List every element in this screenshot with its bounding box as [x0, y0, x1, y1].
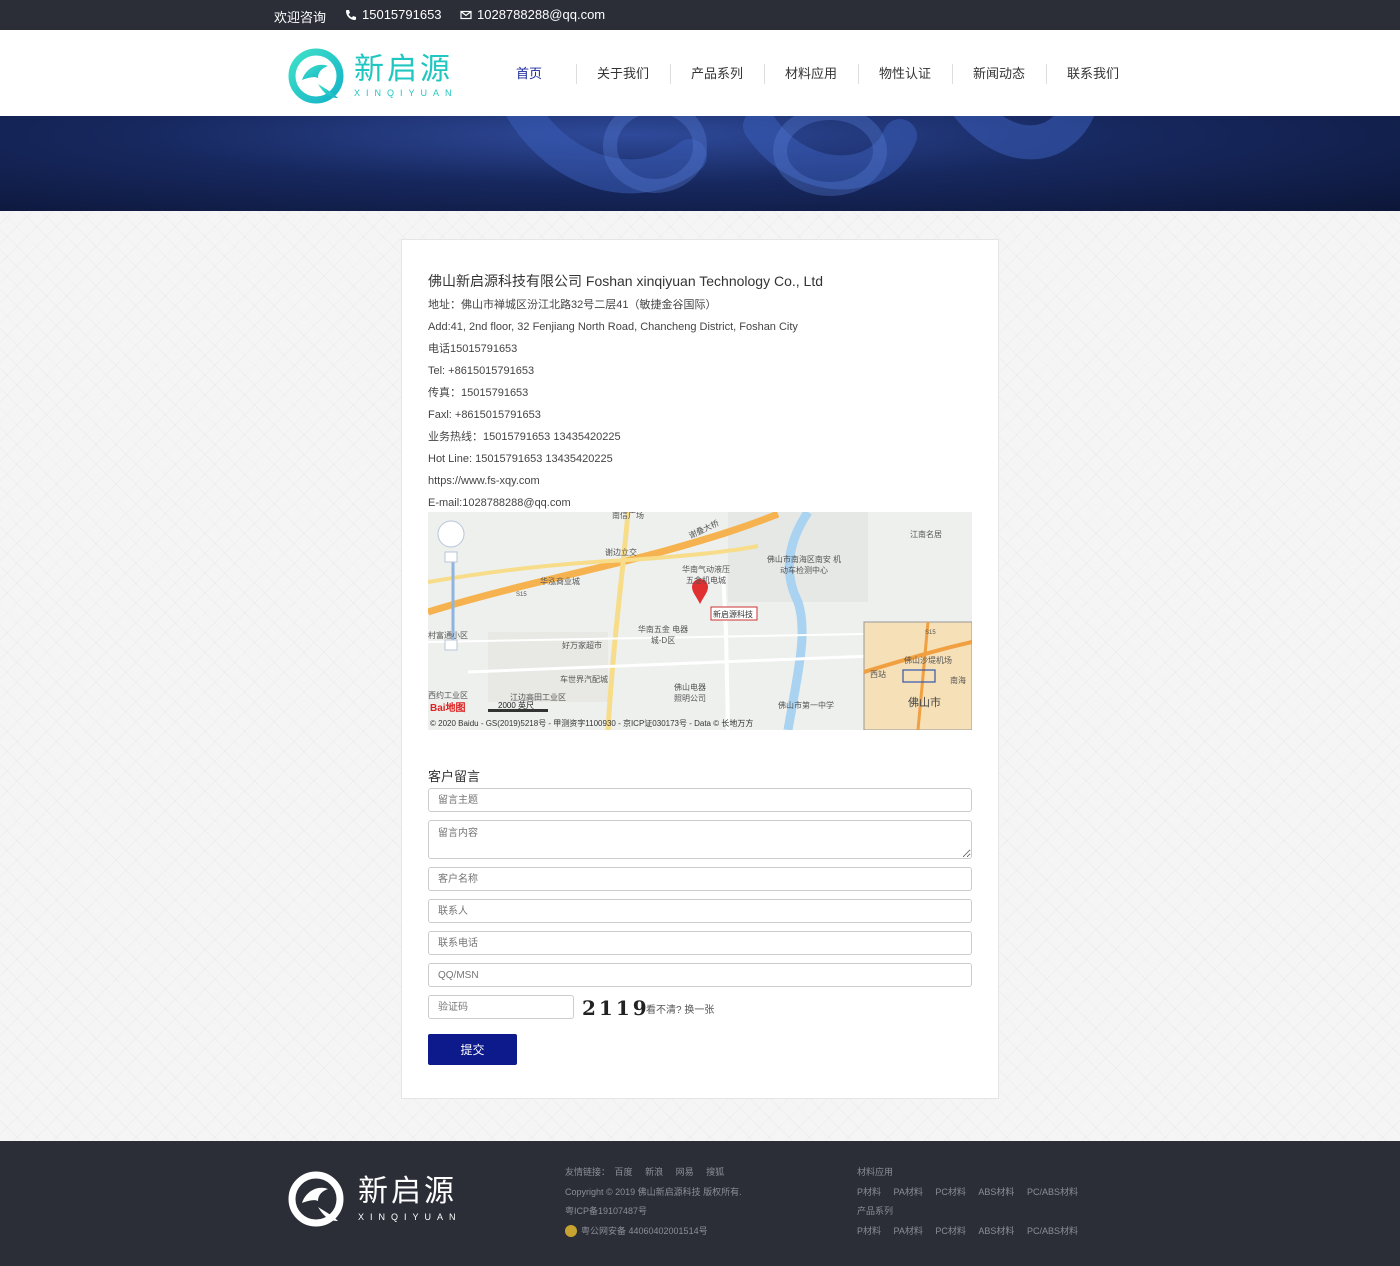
map-road-label: S15 [516, 592, 527, 598]
map-label: 江南名居 [910, 530, 942, 539]
footer-logo-en: XINQIYUAN [358, 1212, 462, 1222]
footer-link[interactable]: PC材料 [935, 1187, 966, 1197]
dolphin-logo-icon [288, 1171, 344, 1227]
captcha-input[interactable] [428, 995, 574, 1019]
footer-link[interactable]: PC/ABS材料 [1027, 1226, 1078, 1236]
map-copyright: © 2020 Baidu - GS(2019)5218号 - 甲测资字11009… [430, 719, 754, 728]
mail-icon [460, 10, 472, 19]
nav-products[interactable]: 产品系列 [670, 60, 764, 88]
info-fax-en: Faxl: +8615015791653 [428, 409, 541, 421]
subject-input[interactable] [428, 788, 972, 812]
map-marker-label: 新启源科技 [713, 610, 753, 619]
footer-links: 材料应用 P材料 PA材料 PC材料 ABS材料 PC/ABS材料 产品系列 P… [857, 1163, 1088, 1241]
captcha-image[interactable]: 2119 [582, 996, 650, 1020]
footer-icp[interactable]: 粤ICP备19107487号 [565, 1202, 742, 1222]
map-label: 华南五金 电器城-D区 [637, 625, 689, 645]
message-form-title: 客户留言 [428, 769, 481, 784]
map-label: 佛山市南海区南安 机动车检测中心 [766, 555, 842, 575]
map-label: 佛山市第一中学 [778, 701, 834, 710]
phone-input[interactable] [428, 931, 972, 955]
site-logo[interactable]: 新启源 XINQIYUAN [288, 48, 458, 104]
submit-button[interactable]: 提交 [428, 1034, 517, 1065]
info-hotline-en: Hot Line: 15015791653 13435420225 [428, 453, 613, 465]
map-label: 南信广场 [612, 512, 644, 520]
captcha-refresh-link[interactable]: 看不清? 换一张 [646, 1001, 714, 1016]
dolphin-logo-icon [288, 48, 344, 104]
info-tel: Tel: +8615015791653 [428, 365, 535, 377]
top-bar: 欢迎咨询 15015791653 1028788288@qq.com [0, 0, 1400, 30]
footer-link[interactable]: P材料 [857, 1187, 881, 1197]
footer-police[interactable]: 粤公网安备 44060402001514号 [565, 1222, 742, 1242]
contact-person-input[interactable] [428, 899, 972, 923]
map-label: 车世界汽配城 [560, 675, 608, 684]
footer-link[interactable]: PA材料 [894, 1187, 923, 1197]
map-label: 华泓商业城 [540, 577, 580, 586]
nav-about[interactable]: 关于我们 [576, 60, 670, 88]
map-label: 南海 [950, 676, 966, 685]
banner-chain-graphic [506, 116, 1095, 196]
footer-link[interactable]: ABS材料 [978, 1187, 1014, 1197]
site-footer: 新启源 XINQIYUAN 友情链接： 百度 新浪 网易 搜狐 Copyrigh… [0, 1141, 1400, 1266]
map-label: 村富通小区 [428, 631, 468, 640]
link-baidu[interactable]: 百度 [615, 1167, 633, 1177]
logo-en: XINQIYUAN [354, 88, 458, 98]
nav-certification[interactable]: 物性认证 [858, 60, 952, 88]
phone-icon [346, 9, 356, 20]
contact-card: 佛山新启源科技有限公司 Foshan xinqiyuan Technology … [401, 239, 999, 1099]
nav-home[interactable]: 首页 [482, 60, 576, 88]
map-scale: 2000 英尺 [498, 701, 535, 710]
map-label: 佛山沙堤机场 [904, 656, 952, 665]
nav-news[interactable]: 新闻动态 [952, 60, 1046, 88]
footer-link[interactable]: P材料 [857, 1226, 881, 1236]
content-textarea[interactable] [428, 820, 972, 859]
baidu-map-logo: Bai地图 [430, 703, 466, 714]
police-badge-icon [565, 1225, 577, 1238]
map-road-label: S15 [925, 630, 936, 636]
topbar-email[interactable]: 1028788288@qq.com [460, 7, 605, 22]
info-hotline: 业务热线：15015791653 13435420225 [428, 431, 621, 443]
friend-links: 友情链接： 百度 新浪 网易 搜狐 [565, 1167, 725, 1177]
contact-info: 地址：佛山市禅城区汾江北路32号二层41（敏捷金谷国际） Add:41, 2nd… [428, 296, 798, 516]
footer-link[interactable]: ABS材料 [978, 1226, 1014, 1236]
logo-cn: 新启源 [354, 53, 453, 86]
topbar-phone[interactable]: 15015791653 [345, 7, 442, 22]
map-label: 佛山市 [908, 697, 941, 709]
link-sina[interactable]: 新浪 [645, 1167, 663, 1177]
nav-contact[interactable]: 联系我们 [1046, 60, 1140, 88]
footer-link[interactable]: PA材料 [894, 1226, 923, 1236]
map-label: 好万家超市 [562, 641, 602, 650]
footer-link[interactable]: PC材料 [935, 1226, 966, 1236]
link-sohu[interactable]: 搜狐 [706, 1167, 724, 1177]
main-nav: 首页 关于我们 产品系列 材料应用 物性认证 新闻动态 联系我们 [482, 60, 1140, 88]
company-name: 佛山新启源科技有限公司 Foshan xinqiyuan Technology … [428, 273, 824, 289]
link-netease[interactable]: 网易 [676, 1167, 694, 1177]
footer-info: 友情链接： 百度 新浪 网易 搜狐 Copyright © 2019 佛山新启源… [565, 1163, 742, 1241]
info-address: 地址：佛山市禅城区汾江北路32号二层41（敏捷金谷国际） [428, 299, 717, 311]
footer-product-links: P材料 PA材料 PC材料 ABS材料 PC/ABS材料 [857, 1222, 1088, 1242]
qq-input[interactable] [428, 963, 972, 987]
info-fax: 传真：15015791653 [428, 387, 529, 399]
footer-col-title[interactable]: 材料应用 [857, 1163, 1088, 1183]
footer-copyright: Copyright © 2019 佛山新启源科技 版权所有. [565, 1186, 742, 1197]
nav-applications[interactable]: 材料应用 [764, 60, 858, 88]
info-address-en: Add:41, 2nd floor, 32 Fenjiang North Roa… [428, 321, 798, 333]
map-label: 西站 [870, 670, 886, 679]
site-header: 新启源 XINQIYUAN 首页 关于我们 产品系列 材料应用 物性认证 新闻动… [0, 30, 1400, 116]
page-banner [0, 116, 1400, 211]
map-label: 谢边立交 [605, 548, 637, 557]
footer-material-links: P材料 PA材料 PC材料 ABS材料 PC/ABS材料 [857, 1183, 1088, 1203]
footer-col-title[interactable]: 产品系列 [857, 1202, 1088, 1222]
info-phone: 电话15015791653 [428, 343, 518, 355]
footer-logo-cn: 新启源 [358, 1175, 457, 1208]
map-label: 华南气动液压 五金机电城 [682, 565, 730, 585]
footer-logo[interactable]: 新启源 XINQIYUAN [288, 1171, 462, 1227]
info-website[interactable]: https://www.fs-xqy.com [428, 472, 798, 494]
footer-link[interactable]: PC/ABS材料 [1027, 1187, 1078, 1197]
customer-name-input[interactable] [428, 867, 972, 891]
map-label: 佛山电器 照明公司 [674, 683, 706, 703]
welcome-text: 欢迎咨询 [274, 10, 327, 25]
baidu-map[interactable]: 谢边立交 谢叠大桥 华南气动液压 五金机电城 佛山市南海区南安 机动车检测中心 … [428, 512, 972, 730]
